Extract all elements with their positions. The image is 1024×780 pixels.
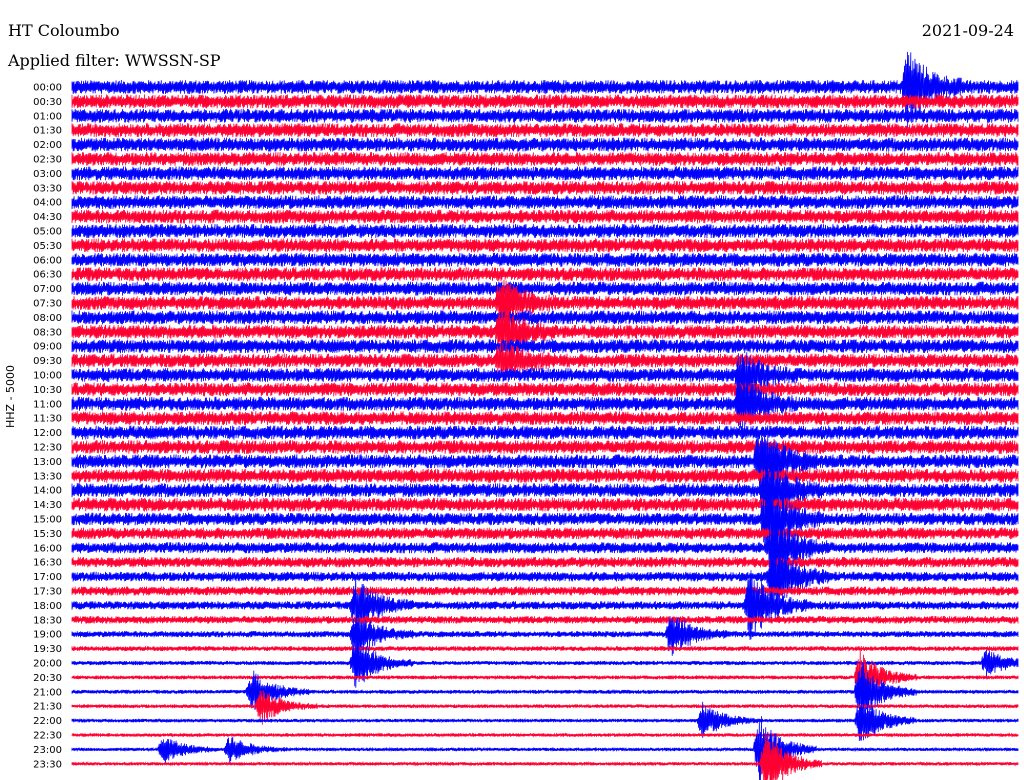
time-tick-0530: 05:30 xyxy=(33,241,62,252)
time-tick-0230: 02:30 xyxy=(33,155,62,166)
time-tick-1430: 14:30 xyxy=(33,500,62,511)
time-tick-1300: 13:00 xyxy=(33,457,62,468)
time-tick-1700: 17:00 xyxy=(33,572,62,583)
applied-filter-label: Applied filter: WWSSN-SP xyxy=(8,51,221,70)
trace-rows xyxy=(71,51,1019,780)
time-tick-2100: 21:00 xyxy=(33,687,62,698)
time-tick-0300: 03:00 xyxy=(33,169,62,180)
time-tick-0600: 06:00 xyxy=(33,255,62,266)
trace-row-1130 xyxy=(71,411,1019,426)
time-tick-0700: 07:00 xyxy=(33,284,62,295)
time-tick-1730: 17:30 xyxy=(33,587,62,598)
trace-row-1230 xyxy=(71,439,1019,455)
trace-row-0100 xyxy=(71,108,1019,123)
time-tick-0830: 08:30 xyxy=(33,327,62,338)
trace-row-1030 xyxy=(71,382,1019,397)
trace-row-1830 xyxy=(71,615,1019,624)
time-tick-1330: 13:30 xyxy=(33,471,62,482)
channel-label: HHZ - 5000 xyxy=(4,364,17,428)
helicorder-plot: 00:00 00:30 01:00 01:30 02:00 02:30 03:00 03:30… xyxy=(33,51,1019,780)
trace-row-1630 xyxy=(71,556,1019,568)
time-tick-0330: 03:30 xyxy=(33,183,62,194)
time-tick-1200: 12:00 xyxy=(33,428,62,439)
trace-row-1200 xyxy=(71,425,1019,440)
trace-row-2330 xyxy=(71,733,1019,780)
record-date: 2021-09-24 xyxy=(921,21,1014,40)
trace-row-0800 xyxy=(71,310,1019,325)
time-tick-2030: 20:30 xyxy=(33,673,62,684)
trace-row-2230 xyxy=(71,732,1019,738)
time-tick-1100: 11:00 xyxy=(33,399,62,410)
trace-row-0400 xyxy=(71,195,1019,210)
time-tick-1230: 12:30 xyxy=(33,443,62,454)
time-tick-0930: 09:30 xyxy=(33,356,62,367)
time-tick-1800: 18:00 xyxy=(33,601,62,612)
time-tick-0800: 08:00 xyxy=(33,313,62,324)
time-tick-0500: 05:00 xyxy=(33,227,62,238)
trace-row-0900 xyxy=(71,339,1019,354)
trace-row-0600 xyxy=(71,252,1019,267)
time-tick-1400: 14:00 xyxy=(33,486,62,497)
time-tick-0430: 04:30 xyxy=(33,212,62,223)
time-tick-0030: 00:30 xyxy=(33,97,62,108)
time-tick-labels: 00:00 00:30 01:00 01:30 02:00 02:30 03:00 03:30… xyxy=(33,83,62,771)
trace-row-0300 xyxy=(71,166,1019,181)
time-tick-1030: 10:30 xyxy=(33,385,62,396)
trace-row-1330 xyxy=(71,468,1019,483)
time-tick-0100: 01:00 xyxy=(33,111,62,122)
time-tick-1130: 11:30 xyxy=(33,414,62,425)
station-title: HT Coloumbo xyxy=(8,21,120,40)
time-tick-1530: 15:30 xyxy=(33,529,62,540)
time-tick-1830: 18:30 xyxy=(33,615,62,626)
time-tick-0730: 07:30 xyxy=(33,299,62,310)
trace-row-0030 xyxy=(71,94,1019,109)
time-tick-0400: 04:00 xyxy=(33,198,62,209)
time-tick-2130: 21:30 xyxy=(33,702,62,713)
time-tick-1500: 15:00 xyxy=(33,515,62,526)
trace-row-1930 xyxy=(71,646,1019,652)
trace-row-0430 xyxy=(71,209,1019,224)
time-tick-0900: 09:00 xyxy=(33,342,62,353)
trace-row-0700 xyxy=(71,281,1019,296)
trace-row-0130 xyxy=(71,123,1019,138)
time-tick-1600: 16:00 xyxy=(33,543,62,554)
time-tick-0000: 00:00 xyxy=(33,83,62,94)
trace-row-0500 xyxy=(71,223,1019,239)
time-tick-0200: 02:00 xyxy=(33,140,62,151)
time-tick-1630: 16:30 xyxy=(33,558,62,569)
trace-row-0630 xyxy=(71,267,1019,282)
time-tick-0630: 06:30 xyxy=(33,270,62,281)
trace-row-0200 xyxy=(71,137,1019,152)
trace-row-0530 xyxy=(71,238,1019,253)
time-tick-2330: 23:30 xyxy=(33,759,62,770)
time-tick-2230: 22:30 xyxy=(33,731,62,742)
time-tick-2300: 23:00 xyxy=(33,745,62,756)
trace-row-1530 xyxy=(71,527,1019,540)
time-tick-2200: 22:00 xyxy=(33,716,62,727)
time-tick-2000: 20:00 xyxy=(33,659,62,670)
trace-row-1730 xyxy=(71,586,1019,596)
time-tick-1900: 19:00 xyxy=(33,630,62,641)
time-tick-1000: 10:00 xyxy=(33,371,62,382)
time-tick-1930: 19:30 xyxy=(33,644,62,655)
trace-row-0230 xyxy=(71,151,1019,167)
trace-row-1430 xyxy=(71,497,1019,512)
time-tick-0130: 01:30 xyxy=(33,126,62,137)
trace-row-0330 xyxy=(71,180,1019,195)
